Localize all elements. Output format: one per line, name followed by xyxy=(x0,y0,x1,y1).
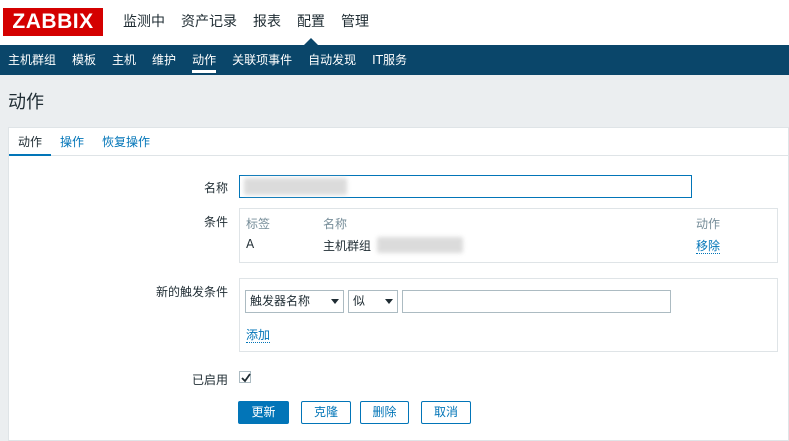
main-menu-reports[interactable]: 报表 xyxy=(245,0,289,45)
submenu-maintenance[interactable]: 维护 xyxy=(144,45,184,75)
submenu-it-services[interactable]: IT服务 xyxy=(364,45,415,75)
name-label: 名称 xyxy=(203,181,228,195)
conditions-table: 标签 名称 动作 A 主机群组 移除 xyxy=(239,208,778,263)
redacted-condition-value xyxy=(377,237,463,253)
action-form-panel: 动作 操作 恢复操作 名称 条件 标签 名称 动作 A 主机群组 移除 新的触发… xyxy=(8,127,789,441)
submenu-host-groups[interactable]: 主机群组 xyxy=(0,45,64,75)
conditions-header-action: 动作 xyxy=(696,217,721,231)
main-menu: 监测中 资产记录 报表 配置 管理 xyxy=(115,0,377,45)
page-header: 动作 xyxy=(0,75,789,127)
sub-menu-bar: 主机群组 模板 主机 维护 动作 关联项事件 自动发现 IT服务 xyxy=(0,45,789,75)
new-condition-label: 新的触发条件 xyxy=(155,285,228,299)
add-condition-link[interactable]: 添加 xyxy=(246,328,271,343)
delete-button[interactable]: 删除 xyxy=(360,401,409,424)
cancel-button[interactable]: 取消 xyxy=(421,401,471,424)
submenu-event-correlation[interactable]: 关联项事件 xyxy=(224,45,300,75)
condition-type-value: 触发器名称 xyxy=(250,294,311,308)
enabled-checkbox[interactable] xyxy=(239,371,251,383)
submenu-hosts[interactable]: 主机 xyxy=(104,45,144,75)
clone-button[interactable]: 克隆 xyxy=(301,401,351,424)
conditions-header-tag: 标签 xyxy=(246,217,271,231)
form-tabs: 动作 操作 恢复操作 xyxy=(9,128,788,156)
condition-name: 主机群组 xyxy=(323,239,372,253)
main-menu-configuration[interactable]: 配置 xyxy=(289,0,333,45)
update-button[interactable]: 更新 xyxy=(238,401,289,424)
conditions-label: 条件 xyxy=(203,215,228,229)
page-title: 动作 xyxy=(8,92,44,113)
chevron-down-icon xyxy=(331,299,339,304)
submenu-actions[interactable]: 动作 xyxy=(184,45,224,75)
enabled-label: 已启用 xyxy=(191,373,228,387)
checkmark-icon xyxy=(241,373,251,383)
conditions-header-name: 名称 xyxy=(323,217,348,231)
submenu-templates[interactable]: 模板 xyxy=(64,45,104,75)
tab-operations[interactable]: 操作 xyxy=(51,128,93,155)
condition-remove-link[interactable]: 移除 xyxy=(696,239,721,254)
condition-tag: A xyxy=(246,237,255,251)
condition-value-input[interactable] xyxy=(402,290,671,313)
redacted-name xyxy=(244,178,347,195)
main-menu-inventory[interactable]: 资产记录 xyxy=(173,0,245,45)
new-condition-box: 触发器名称 似 添加 xyxy=(239,278,778,352)
condition-type-select[interactable]: 触发器名称 xyxy=(245,290,344,313)
condition-operator-select[interactable]: 似 xyxy=(348,290,398,313)
submenu-discovery[interactable]: 自动发现 xyxy=(300,45,364,75)
main-menu-monitoring[interactable]: 监测中 xyxy=(115,0,173,45)
zabbix-logo[interactable]: ZABBIX xyxy=(3,8,103,36)
chevron-down-icon xyxy=(385,299,393,304)
condition-operator-value: 似 xyxy=(353,294,366,308)
top-bar: ZABBIX 监测中 资产记录 报表 配置 管理 xyxy=(0,0,789,45)
tab-action[interactable]: 动作 xyxy=(9,128,52,156)
tab-recovery-operations[interactable]: 恢复操作 xyxy=(93,128,159,155)
main-menu-administration[interactable]: 管理 xyxy=(333,0,377,45)
